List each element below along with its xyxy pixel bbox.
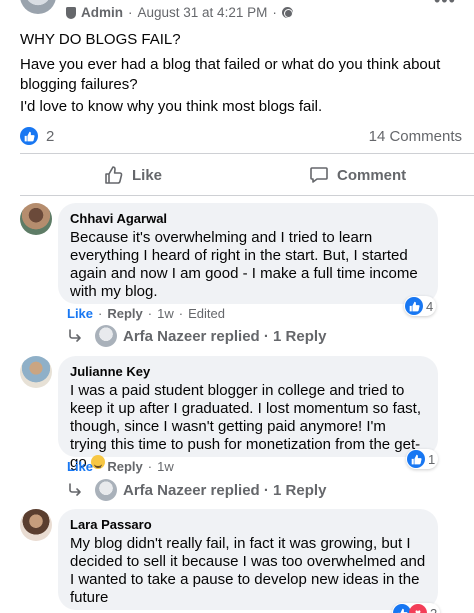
love-reaction-icon: ♥ — [409, 604, 427, 613]
comment-bubble: Lara Passaro My blog didn't really fail,… — [58, 509, 438, 610]
comment-bubble: Julianne Key I was a paid student blogge… — [58, 356, 438, 471]
post-meta: Admin · August 31 at 4:21 PM · — [66, 5, 293, 20]
post-paragraph: I'd love to know why you think most blog… — [20, 98, 323, 115]
like-button[interactable]: Like — [104, 163, 162, 187]
like-reaction-icon — [405, 297, 423, 315]
reply-arrow-icon — [69, 483, 81, 496]
comment-reactions[interactable]: 1 — [406, 449, 439, 469]
like-reaction-icon[interactable] — [20, 127, 38, 145]
view-replies-link[interactable]: Arfa Nazeer replied · 1 Reply — [67, 325, 326, 347]
meta-separator: · — [272, 5, 277, 20]
comment-reactions[interactable]: 4 — [404, 296, 437, 316]
replies-summary: Arfa Nazeer replied · 1 Reply — [123, 481, 327, 499]
commenter-avatar[interactable] — [20, 203, 52, 235]
commenter-name[interactable]: Julianne Key — [70, 364, 426, 379]
comment-reply-link[interactable]: Reply — [107, 306, 142, 321]
commenter-avatar[interactable] — [20, 509, 52, 541]
comment-reaction-count: 2 — [430, 605, 438, 613]
like-label: Like — [132, 166, 163, 184]
reaction-count[interactable]: 2 — [46, 128, 54, 145]
comment-text: Because it's overwhelming and I tried to… — [70, 229, 418, 300]
group-privacy-icon — [281, 7, 293, 18]
comment-text-content: I was a paid student blogger in college … — [70, 382, 422, 471]
view-replies-link[interactable]: Arfa Nazeer replied · 1 Reply — [67, 479, 326, 501]
post-author-avatar[interactable] — [20, 0, 56, 14]
comment-label: Comment — [337, 166, 407, 184]
commenter-name[interactable]: Chhavi Agarwal — [70, 211, 426, 226]
comment-like-link[interactable]: Like — [67, 306, 93, 321]
comment-reaction-count: 4 — [426, 298, 434, 314]
comment-actions: Like · Reply · 1w — [67, 459, 174, 474]
reply-arrow-icon — [69, 329, 81, 342]
like-reaction-icon — [407, 450, 425, 468]
comment-edited-label: Edited — [188, 306, 225, 321]
admin-shield-icon — [66, 6, 76, 19]
commenter-avatar[interactable] — [20, 356, 52, 388]
comment-reaction-count: 1 — [428, 451, 436, 467]
replier-avatar — [95, 325, 117, 347]
replies-summary: Arfa Nazeer replied · 1 Reply — [123, 327, 327, 345]
divider — [20, 153, 474, 154]
meta-separator: · — [128, 5, 133, 20]
commenter-name[interactable]: Lara Passaro — [70, 517, 426, 532]
comment-text: My blog didn't really fail, in fact it w… — [70, 535, 426, 606]
post-paragraph: Have you ever had a blog that failed or … — [20, 56, 441, 93]
comment-age[interactable]: 1w — [157, 459, 174, 474]
comment-icon — [310, 167, 328, 183]
comment-like-link[interactable]: Like — [67, 459, 93, 474]
post-title: WHY DO BLOGS FAIL? — [20, 31, 181, 48]
comment-reply-link[interactable]: Reply — [107, 459, 142, 474]
replier-avatar — [95, 479, 117, 501]
comment-bubble: Chhavi Agarwal Because it's overwhelming… — [58, 203, 438, 304]
comment-age[interactable]: 1w — [157, 306, 174, 321]
comment-button[interactable]: Comment — [309, 163, 406, 187]
post-timestamp[interactable]: August 31 at 4:21 PM — [138, 5, 268, 20]
comment-actions: Like · Reply · 1w · Edited — [67, 306, 225, 321]
comment-reactions[interactable]: ♥ 2 — [392, 603, 441, 613]
divider — [20, 195, 474, 196]
more-options-icon[interactable]: ••• — [434, 0, 456, 11]
author-role: Admin — [81, 5, 123, 20]
thumbs-up-icon — [105, 166, 123, 184]
comment-count[interactable]: 14 Comments — [369, 128, 462, 145]
